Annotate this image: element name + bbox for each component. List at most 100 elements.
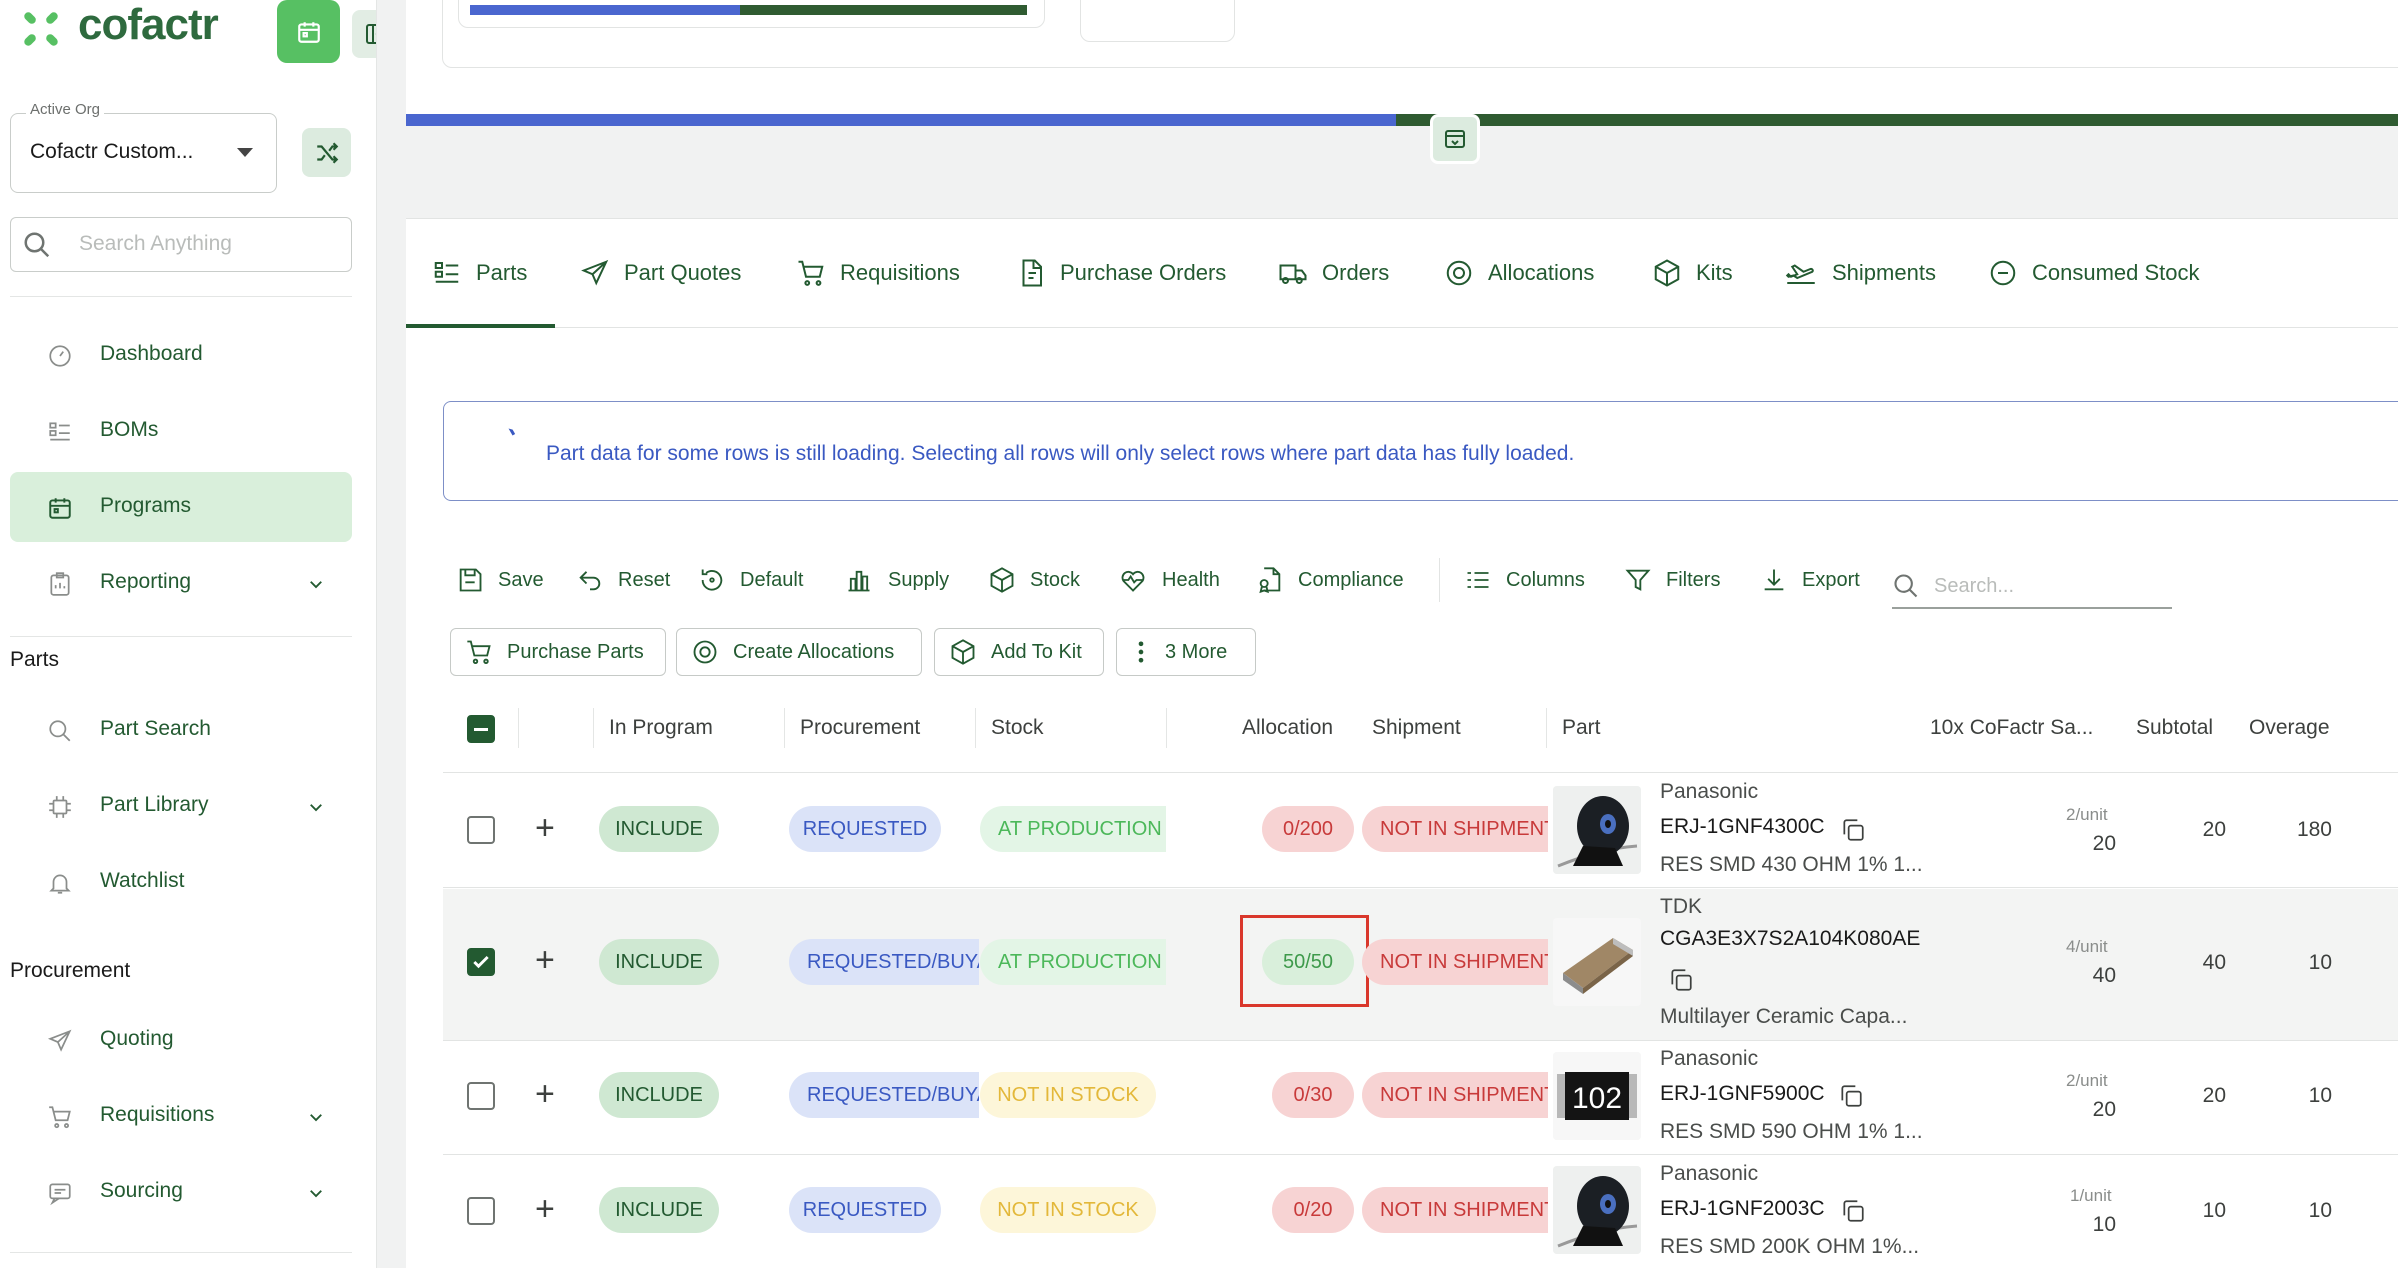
- shipment-badge[interactable]: NOT IN SHIPMENT: [1362, 939, 1548, 985]
- divider: [10, 1252, 352, 1253]
- expand-row-plus-icon[interactable]: +: [535, 943, 555, 977]
- health-label: Health: [1162, 568, 1220, 591]
- nav-item-boms[interactable]: BOMs: [10, 396, 352, 466]
- check-icon: [473, 955, 489, 969]
- column-header-part[interactable]: Part: [1562, 716, 1601, 740]
- column-header-sample[interactable]: 10x CoFactr Sa...: [1930, 716, 2093, 740]
- procurement-badge[interactable]: REQUESTED: [789, 806, 941, 852]
- more-actions-button[interactable]: 3 More: [1116, 628, 1256, 676]
- shipment-badge[interactable]: NOT IN SHIPMENT: [1362, 1072, 1548, 1118]
- stock-badge[interactable]: AT PRODUCTION (: [980, 939, 1166, 985]
- list-icon: [432, 258, 462, 288]
- filters-button[interactable]: Filters: [1624, 562, 1720, 598]
- part-mpn[interactable]: ERJ-1GNF4300C: [1660, 815, 1825, 839]
- column-header-subtotal[interactable]: Subtotal: [2136, 716, 2213, 740]
- reset-button[interactable]: Reset: [576, 562, 670, 598]
- box-icon: [988, 566, 1016, 594]
- nav-item-part-search[interactable]: Part Search: [10, 695, 352, 765]
- allocation-badge[interactable]: 0/30: [1272, 1072, 1354, 1118]
- shipment-badge[interactable]: NOT IN SHIPMENT: [1362, 806, 1548, 852]
- row-checkbox[interactable]: [467, 1197, 495, 1225]
- alert-message: Part data for some rows is still loading…: [546, 442, 1575, 465]
- nav-item-dashboard[interactable]: Dashboard: [10, 320, 352, 390]
- tab-part-quotes[interactable]: Part Quotes: [580, 250, 741, 296]
- tab-kits[interactable]: Kits: [1652, 250, 1733, 296]
- export-button[interactable]: Export: [1760, 562, 1860, 598]
- allocation-badge[interactable]: 0/200: [1262, 806, 1354, 852]
- filter-icon: [1624, 566, 1652, 594]
- create-allocations-button[interactable]: Create Allocations: [676, 628, 922, 676]
- copy-icon[interactable]: [1840, 1198, 1866, 1224]
- shipment-badge[interactable]: NOT IN SHIPMENT: [1362, 1187, 1548, 1233]
- search-icon: [47, 718, 73, 744]
- columns-button[interactable]: Columns: [1464, 562, 1585, 598]
- nav-item-sourcing[interactable]: Sourcing: [10, 1157, 352, 1227]
- tab-requisitions[interactable]: Requisitions: [796, 250, 960, 296]
- part-mpn[interactable]: ERJ-1GNF2003C: [1660, 1197, 1825, 1221]
- column-header-overage[interactable]: Overage: [2249, 716, 2330, 740]
- tab-consumed-stock[interactable]: Consumed Stock: [1988, 250, 2200, 296]
- health-button[interactable]: Health: [1118, 562, 1220, 598]
- procurement-badge[interactable]: REQUESTED/BUYA: [789, 939, 979, 985]
- expand-row-plus-icon[interactable]: +: [535, 811, 555, 845]
- send-icon: [580, 258, 610, 288]
- program-progress-bar: [1396, 114, 2398, 126]
- nav-item-reporting[interactable]: Reporting: [10, 548, 352, 618]
- stock-badge[interactable]: AT PRODUCTION (: [980, 806, 1166, 852]
- supply-button[interactable]: Supply: [844, 562, 949, 598]
- in-program-badge[interactable]: INCLUDE: [599, 1072, 719, 1118]
- expand-row-plus-icon[interactable]: +: [535, 1077, 555, 1111]
- tab-purchase-orders[interactable]: Purchase Orders: [1016, 250, 1226, 296]
- expand-row-plus-icon[interactable]: +: [535, 1192, 555, 1226]
- stock-badge[interactable]: NOT IN STOCK: [980, 1187, 1156, 1233]
- nav-item-requisitions[interactable]: Requisitions: [10, 1081, 352, 1151]
- default-button[interactable]: Default: [698, 562, 803, 598]
- gray-band: [406, 126, 2398, 140]
- column-header-stock[interactable]: Stock: [991, 716, 1044, 740]
- search-placeholder: Search Anything: [79, 232, 232, 255]
- purchase-parts-button[interactable]: Purchase Parts: [450, 628, 666, 676]
- calendar-button[interactable]: [277, 0, 340, 63]
- nav-item-watchlist[interactable]: Watchlist: [10, 847, 352, 917]
- part-mpn[interactable]: ERJ-1GNF5900C: [1660, 1082, 1825, 1106]
- column-header-in-program[interactable]: In Program: [609, 716, 713, 740]
- column-header-procurement[interactable]: Procurement: [800, 716, 920, 740]
- add-to-kit-button[interactable]: Add To Kit: [934, 628, 1104, 676]
- nav-item-programs[interactable]: Programs: [10, 472, 352, 542]
- list-icon: [47, 419, 73, 445]
- in-program-badge[interactable]: INCLUDE: [599, 806, 719, 852]
- procurement-badge[interactable]: REQUESTED: [789, 1187, 941, 1233]
- stock-badge[interactable]: NOT IN STOCK: [980, 1072, 1156, 1118]
- cart-icon: [796, 258, 826, 288]
- select-all-checkbox[interactable]: [467, 715, 495, 743]
- column-header-allocation[interactable]: Allocation: [1242, 716, 1333, 740]
- part-mpn[interactable]: CGA3E3X7S2A104K080AE: [1660, 927, 1926, 951]
- switch-org-button[interactable]: [302, 128, 351, 177]
- row-checkbox[interactable]: [467, 948, 495, 976]
- tab-allocations[interactable]: Allocations: [1444, 250, 1594, 296]
- columns-icon: [1464, 566, 1492, 594]
- nav-item-part-library[interactable]: Part Library: [10, 771, 352, 841]
- expand-panel-button[interactable]: [1430, 114, 1480, 164]
- allocation-badge[interactable]: 0/20: [1272, 1187, 1354, 1233]
- in-program-badge[interactable]: INCLUDE: [599, 939, 719, 985]
- filters-label: Filters: [1666, 568, 1721, 591]
- copy-icon[interactable]: [1668, 967, 1694, 993]
- compliance-button[interactable]: Compliance: [1256, 562, 1404, 598]
- copy-icon[interactable]: [1838, 1083, 1864, 1109]
- row-checkbox[interactable]: [467, 816, 495, 844]
- in-program-badge[interactable]: INCLUDE: [599, 1187, 719, 1233]
- search-icon: [1892, 572, 1920, 600]
- tab-orders[interactable]: Orders: [1278, 250, 1389, 296]
- tab-parts[interactable]: Parts: [432, 250, 527, 296]
- procurement-badge[interactable]: REQUESTED/BUYA: [789, 1072, 979, 1118]
- stock-button[interactable]: Stock: [988, 562, 1080, 598]
- table-search-input[interactable]: Search...: [1934, 575, 2014, 598]
- tab-shipments[interactable]: Shipments: [1784, 250, 1936, 296]
- copy-icon[interactable]: [1840, 817, 1866, 843]
- bell-icon: [47, 870, 73, 896]
- row-checkbox[interactable]: [467, 1082, 495, 1110]
- nav-item-quoting[interactable]: Quoting: [10, 1005, 352, 1075]
- save-button[interactable]: Save: [456, 562, 544, 598]
- column-header-shipment[interactable]: Shipment: [1372, 716, 1461, 740]
